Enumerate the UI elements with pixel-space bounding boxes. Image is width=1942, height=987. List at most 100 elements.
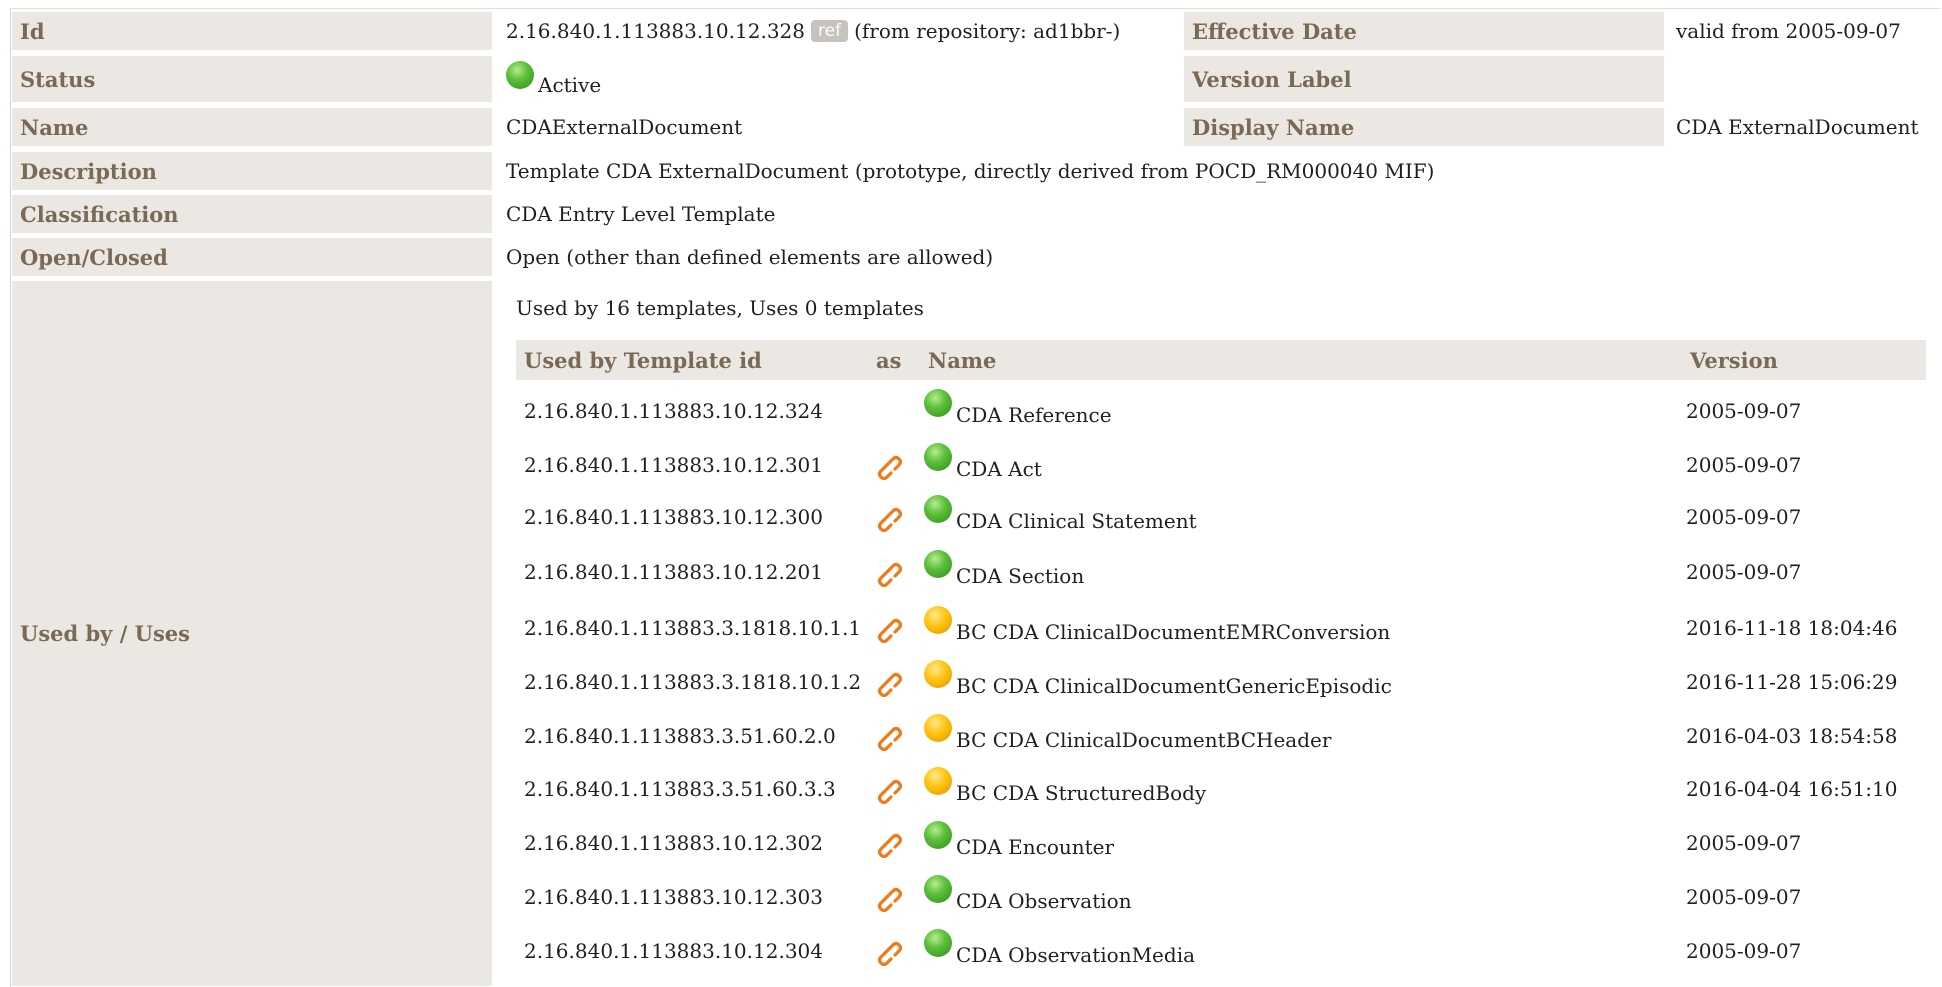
- template-name: BC CDA ClinicalDocumentGenericEpisodic: [956, 674, 1392, 698]
- table-row[interactable]: 2.16.840.1.113883.10.12.303 CDA Observati…: [516, 870, 1926, 924]
- table-row[interactable]: 2.16.840.1.113883.10.12.302 CDA Encounter…: [516, 816, 1926, 870]
- table-row[interactable]: 2.16.840.1.113883.3.1818.10.1.1 BC CDA Cl…: [516, 601, 1926, 655]
- template-name: BC CDA ClinicalDocumentBCHeader: [956, 728, 1332, 752]
- open-closed-value: Open (other than defined elements are al…: [506, 245, 994, 269]
- table-row[interactable]: 2.16.840.1.113883.3.1818.10.1.2 BC CDA Cl…: [516, 655, 1926, 709]
- column-header-name: Name: [920, 340, 1682, 380]
- template-id-cell[interactable]: 2.16.840.1.113883.10.12.303: [524, 870, 823, 924]
- open-closed-label: Open/Closed: [12, 238, 492, 276]
- used-by-uses-label: Used by / Uses: [12, 281, 492, 986]
- as-cell: [872, 438, 902, 492]
- status-active-icon: [924, 550, 952, 578]
- name-cell[interactable]: CDA Reference: [924, 384, 1112, 438]
- template-name: CDA Encounter: [956, 835, 1115, 859]
- chain-link-icon: [877, 507, 902, 532]
- status-active-icon: [924, 929, 952, 957]
- status-active-icon: [924, 443, 952, 471]
- template-id-cell[interactable]: 2.16.840.1.113883.3.51.60.3.3: [524, 762, 836, 816]
- template-id-cell[interactable]: 2.16.840.1.113883.10.12.304: [524, 924, 823, 978]
- template-id-cell[interactable]: 2.16.840.1.113883.3.51.60.2.0: [524, 709, 836, 763]
- display-name-value: CDA ExternalDocument: [1676, 115, 1919, 139]
- table-row[interactable]: 2.16.840.1.113883.3.51.60.2.0 BC CDA Clin…: [516, 709, 1926, 763]
- status-draft-icon: [924, 714, 952, 742]
- chain-link-icon: [877, 562, 902, 587]
- name-label: Name: [12, 108, 492, 146]
- template-name: CDA Clinical Statement: [956, 509, 1197, 533]
- chain-link-icon: [877, 833, 902, 858]
- template-name: CDA Observation: [956, 889, 1132, 913]
- chain-link-icon: [877, 779, 902, 804]
- status-draft-icon: [924, 660, 952, 688]
- as-cell: [872, 490, 902, 544]
- version-cell: 2005-09-07: [1686, 560, 1802, 584]
- display-name-label: Display Name: [1184, 108, 1664, 146]
- name-cell[interactable]: CDA Section: [924, 545, 1084, 599]
- description-value: Template CDA ExternalDocument (prototype…: [506, 159, 1435, 183]
- table-row[interactable]: 2.16.840.1.113883.10.12.304 CDA Observati…: [516, 924, 1926, 978]
- status-label: Status: [12, 56, 492, 102]
- template-id-cell[interactable]: 2.16.840.1.113883.3.1818.10.1.2: [524, 655, 861, 709]
- name-cell[interactable]: CDA Encounter: [924, 816, 1114, 870]
- template-name: CDA Section: [956, 564, 1085, 588]
- template-id-cell[interactable]: 2.16.840.1.113883.10.12.324: [524, 384, 823, 438]
- description-label: Description: [12, 152, 492, 190]
- version-cell: 2005-09-07: [1686, 505, 1802, 529]
- template-name: CDA Act: [956, 457, 1042, 481]
- chain-link-icon: [877, 672, 902, 697]
- classification-value: CDA Entry Level Template: [506, 202, 776, 226]
- template-id-cell[interactable]: 2.16.840.1.113883.10.12.201: [524, 545, 823, 599]
- ref-badge[interactable]: ref: [811, 20, 849, 42]
- as-cell: [872, 655, 902, 709]
- status-draft-icon: [924, 606, 952, 634]
- name-cell[interactable]: CDA Observation: [924, 870, 1132, 924]
- version-cell: 2016-04-03 18:54:58: [1686, 724, 1898, 748]
- version-cell: 2016-04-04 16:51:10: [1686, 777, 1898, 801]
- name-cell[interactable]: BC CDA ClinicalDocumentGenericEpisodic: [924, 655, 1392, 709]
- status-active-icon: [924, 875, 952, 903]
- template-id-cell[interactable]: 2.16.840.1.113883.10.12.302: [524, 816, 823, 870]
- name-cell[interactable]: CDA Act: [924, 438, 1042, 492]
- classification-label: Classification: [12, 195, 492, 233]
- column-header-version: Version: [1682, 340, 1926, 380]
- table-row[interactable]: 2.16.840.1.113883.10.12.301 CDA Act 2005-0…: [516, 438, 1926, 492]
- repository-note: (from repository: ad1bbr-): [854, 19, 1121, 43]
- name-cell[interactable]: BC CDA StructuredBody: [924, 762, 1206, 816]
- name-cell[interactable]: CDA ObservationMedia: [924, 924, 1195, 978]
- name-cell[interactable]: CDA Clinical Statement: [924, 490, 1197, 544]
- template-name: CDA Reference: [956, 403, 1112, 427]
- template-id-cell[interactable]: 2.16.840.1.113883.3.1818.10.1.1: [524, 601, 861, 655]
- chain-link-icon: [877, 887, 902, 912]
- template-name: BC CDA StructuredBody: [956, 781, 1207, 805]
- status-active-icon: [506, 61, 534, 89]
- version-cell: 2005-09-07: [1686, 831, 1802, 855]
- template-id-cell[interactable]: 2.16.840.1.113883.10.12.301: [524, 438, 823, 492]
- template-id-cell[interactable]: 2.16.840.1.113883.10.12.300: [524, 490, 823, 544]
- chain-link-icon: [877, 455, 902, 480]
- version-cell: 2005-09-07: [1686, 399, 1802, 423]
- effective-date-label: Effective Date: [1184, 12, 1664, 50]
- table-row[interactable]: 2.16.840.1.113883.10.12.324 CDA Reference…: [516, 384, 1926, 438]
- as-cell: [872, 816, 902, 870]
- table-row[interactable]: 2.16.840.1.113883.3.51.60.3.3 BC CDA Stru…: [516, 762, 1926, 816]
- table-row[interactable]: 2.16.840.1.113883.10.12.201 CDA Section 20…: [516, 545, 1926, 599]
- name-cell[interactable]: BC CDA ClinicalDocumentEMRConversion: [924, 601, 1390, 655]
- version-cell: 2016-11-18 18:04:46: [1686, 616, 1898, 640]
- status-active-icon: [924, 821, 952, 849]
- table-row[interactable]: 2.16.840.1.113883.10.12.300 CDA Clinical …: [516, 490, 1926, 544]
- version-cell: 2005-09-07: [1686, 885, 1802, 909]
- column-header-template-id: Used by Template id: [516, 340, 868, 380]
- status-active-icon: [924, 389, 952, 417]
- name-cell[interactable]: BC CDA ClinicalDocumentBCHeader: [924, 709, 1331, 763]
- status-value-container: Active: [506, 56, 601, 102]
- chain-link-icon: [877, 726, 902, 751]
- as-cell: [872, 545, 902, 599]
- version-label-label: Version Label: [1184, 56, 1664, 102]
- as-cell: [872, 924, 902, 978]
- template-name: BC CDA ClinicalDocumentEMRConversion: [956, 620, 1391, 644]
- version-cell: 2016-11-28 15:06:29: [1686, 670, 1898, 694]
- version-cell: 2005-09-07: [1686, 939, 1802, 963]
- status-value: Active: [538, 73, 602, 97]
- status-active-icon: [924, 495, 952, 523]
- id-value-container: 2.16.840.1.113883.10.12.328 ref (from re…: [506, 12, 1120, 50]
- usage-summary: Used by 16 templates, Uses 0 templates: [516, 296, 924, 320]
